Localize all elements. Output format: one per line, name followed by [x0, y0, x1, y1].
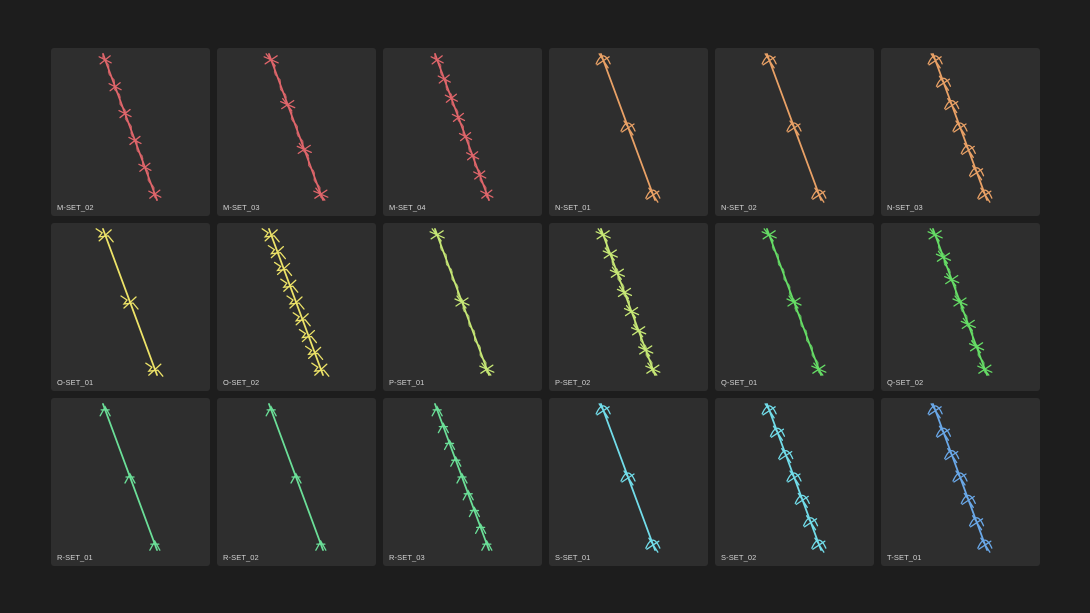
asset-label: O-SET_01 — [57, 378, 94, 387]
wire-preview-image — [429, 228, 495, 376]
asset-label: N-SET_03 — [887, 203, 923, 212]
asset-label: M-SET_03 — [223, 203, 260, 212]
asset-card-r-set-03[interactable]: R-SET_03 — [383, 398, 542, 566]
asset-label: Q-SET_02 — [887, 378, 924, 387]
asset-label: S-SET_01 — [555, 553, 591, 562]
wire-preview-image — [99, 403, 161, 551]
asset-card-s-set-02[interactable]: S-SET_02 — [715, 398, 874, 566]
asset-label: R-SET_01 — [57, 553, 93, 562]
asset-label: R-SET_03 — [389, 553, 425, 562]
wire-preview-image — [595, 403, 661, 553]
asset-card-s-set-01[interactable]: S-SET_01 — [549, 398, 708, 566]
asset-card-m-set-03[interactable]: M-SET_03 — [217, 48, 376, 216]
asset-card-n-set-03[interactable]: N-SET_03 — [881, 48, 1040, 216]
asset-card-o-set-02[interactable]: O-SET_02 — [217, 223, 376, 391]
wire-preview-image — [95, 228, 164, 377]
asset-card-t-set-01[interactable]: T-SET_01 — [881, 398, 1040, 566]
asset-card-q-set-01[interactable]: Q-SET_01 — [715, 223, 874, 391]
asset-card-m-set-04[interactable]: M-SET_04 — [383, 48, 542, 216]
asset-card-p-set-01[interactable]: P-SET_01 — [383, 223, 542, 391]
asset-label: N-SET_02 — [721, 203, 757, 212]
wire-preview-image — [430, 53, 494, 201]
wire-preview-image — [265, 403, 327, 551]
wire-preview-image — [927, 228, 993, 376]
asset-label: T-SET_01 — [887, 553, 922, 562]
wire-preview-image — [595, 53, 661, 203]
asset-label: O-SET_02 — [223, 378, 260, 387]
wire-preview-image — [98, 53, 162, 201]
asset-card-p-set-02[interactable]: P-SET_02 — [549, 223, 708, 391]
wire-preview-image — [761, 228, 827, 376]
asset-label: P-SET_01 — [389, 378, 425, 387]
asset-label: S-SET_02 — [721, 553, 757, 562]
asset-label: M-SET_02 — [57, 203, 94, 212]
asset-card-o-set-01[interactable]: O-SET_01 — [51, 223, 210, 391]
asset-label: P-SET_02 — [555, 378, 591, 387]
asset-card-n-set-01[interactable]: N-SET_01 — [549, 48, 708, 216]
asset-label: M-SET_04 — [389, 203, 426, 212]
wire-preview-image — [761, 403, 827, 553]
asset-card-r-set-02[interactable]: R-SET_02 — [217, 398, 376, 566]
wire-preview-image — [431, 403, 493, 551]
asset-card-m-set-02[interactable]: M-SET_02 — [51, 48, 210, 216]
wire-preview-image — [263, 53, 329, 201]
wire-preview-image — [595, 228, 661, 376]
asset-label: Q-SET_01 — [721, 378, 758, 387]
asset-card-n-set-02[interactable]: N-SET_02 — [715, 48, 874, 216]
asset-card-q-set-02[interactable]: Q-SET_02 — [881, 223, 1040, 391]
asset-gallery-grid: M-SET_02 M-SET_03 M-SET_04 N-SET_01 N-SE… — [51, 48, 1040, 566]
wire-preview-image — [927, 403, 993, 553]
wire-preview-image — [927, 53, 993, 203]
wire-preview-image — [761, 53, 827, 203]
asset-label: N-SET_01 — [555, 203, 591, 212]
wire-preview-image — [261, 228, 330, 377]
asset-label: R-SET_02 — [223, 553, 259, 562]
asset-card-r-set-01[interactable]: R-SET_01 — [51, 398, 210, 566]
